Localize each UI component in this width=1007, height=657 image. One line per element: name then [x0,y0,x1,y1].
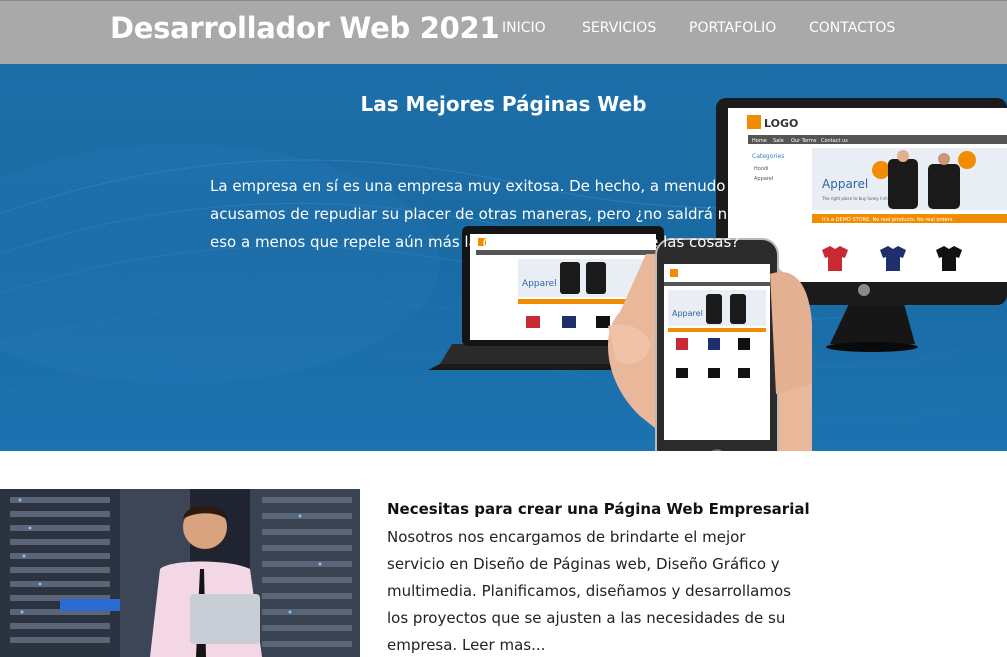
svg-text:It's a DEMO STORE. No real pro: It's a DEMO STORE. No real products. No … [822,217,954,223]
hero-banner: Las Mejores Páginas Web LOGO Home Sale O… [0,64,1007,451]
svg-text:The right place to buy funny t: The right place to buy funny t-shirts [821,196,894,201]
nav-inicio[interactable]: INICIO [502,20,546,36]
svg-text:Apparel: Apparel [522,279,557,289]
hero-description: La empresa en sí es una empresa muy exit… [210,177,779,251]
nav-portafolio[interactable]: PORTAFOLIO [689,20,776,36]
devices-illustration: LOGO Home Sale Our Terms Contact us Cate… [428,98,1007,451]
nav-contactos[interactable]: CONTACTOS [809,20,895,36]
feature-title: Necesitas para crear una Página Web Empr… [387,500,810,518]
svg-text:Sale: Sale [773,138,784,144]
svg-text:Our Terms: Our Terms [791,138,817,144]
svg-text:Contact us: Contact us [821,138,848,144]
server-room-photo [0,489,360,657]
svg-text:Apparel: Apparel [822,177,868,191]
svg-text:Categories: Categories [752,153,784,160]
mockup-logo: LOGO [764,117,798,130]
svg-text:Home: Home [752,138,767,144]
feature-photo [0,489,360,657]
main-nav: INICIO SERVICIOS PORTAFOLIO CONTACTOS [0,20,1007,40]
svg-text:Apparel: Apparel [672,309,703,318]
top-navbar: Desarrollador Web 2021 INICIO SERVICIOS … [0,0,1007,64]
hand-with-phone: Apparel [608,238,812,451]
feature-description: Nosotros nos encargamos de brindarte el … [387,528,791,654]
nav-servicios[interactable]: SERVICIOS [582,20,656,36]
